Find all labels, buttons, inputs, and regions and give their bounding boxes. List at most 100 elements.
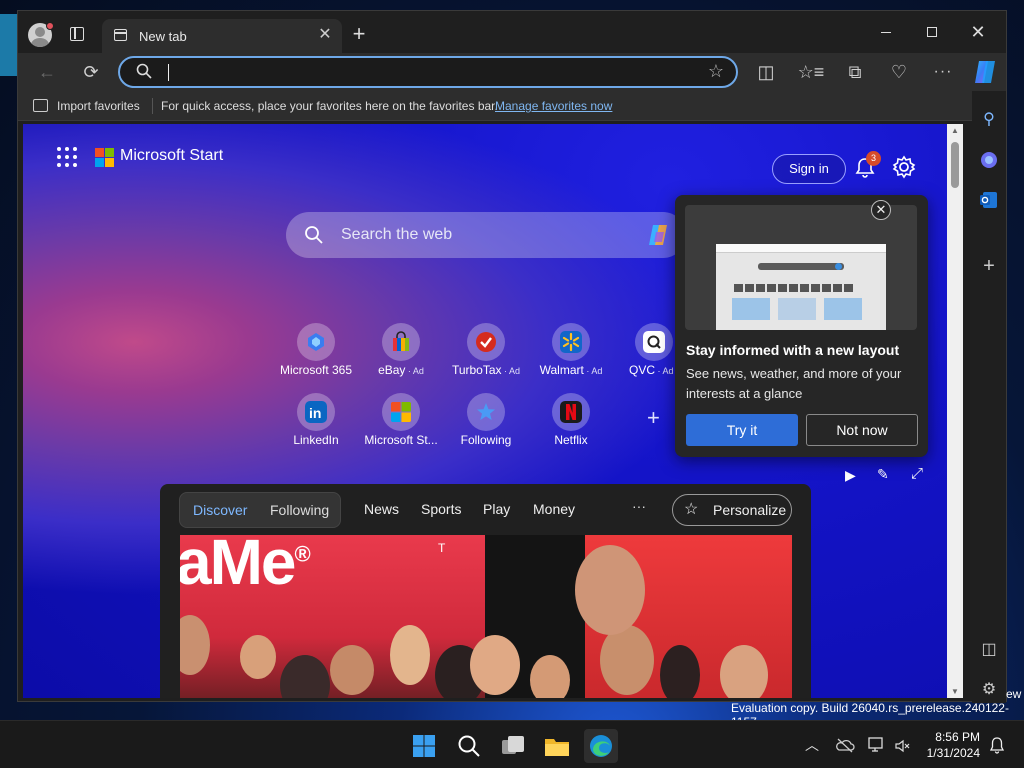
windows-start-icon[interactable] <box>407 729 441 763</box>
network-icon[interactable] <box>868 737 886 753</box>
sidebar-layout-icon[interactable]: ◫ <box>978 639 1000 661</box>
tab-sports[interactable]: Sports <box>421 501 461 517</box>
expand-background-icon[interactable]: ⤢ <box>911 465 923 482</box>
personalize-button[interactable]: ☆ Personalize <box>672 494 792 526</box>
feed-view-toggle: Discover Following <box>179 492 341 528</box>
tile-microsoft-store[interactable]: Microsoft St... <box>358 393 444 463</box>
scroll-down-arrow-icon[interactable]: ▼ <box>950 687 960 696</box>
collections-icon[interactable]: ⧉ <box>840 57 870 87</box>
address-bar[interactable]: ☆ <box>118 56 738 88</box>
edge-taskbar-icon[interactable] <box>584 729 618 763</box>
tile-qvc[interactable]: QVC · Ad <box>613 323 673 393</box>
browser-essentials-icon[interactable]: ♡ <box>884 57 914 87</box>
favorite-star-icon[interactable]: ☆ <box>708 61 724 82</box>
manage-favorites-link[interactable]: Manage favorites now <box>495 99 612 113</box>
address-input[interactable] <box>172 62 692 84</box>
not-now-button[interactable]: Not now <box>806 414 918 446</box>
new-tab-button[interactable]: + <box>348 23 370 45</box>
tile-label: Following <box>460 433 512 447</box>
tab-news[interactable]: News <box>364 501 399 517</box>
onedrive-offline-icon[interactable] <box>835 737 855 753</box>
microsoft-logo-icon <box>95 148 115 168</box>
outlook-icon[interactable] <box>978 189 1000 211</box>
notification-center-bell-icon[interactable] <box>989 736 1005 754</box>
sidebar-settings-icon[interactable]: ⚙ <box>978 679 1000 701</box>
close-popup-button[interactable]: ✕ <box>871 200 891 220</box>
title-bar: New tab ✕ + ✕ <box>18 11 1006 53</box>
sign-in-button[interactable]: Sign in <box>772 154 846 184</box>
tile-ebay[interactable]: eBay · Ad <box>358 323 444 393</box>
navigation-toolbar: ← ⟳ ☆ ◫ ☆≡ ⧉ ♡ ··· <box>18 53 1006 91</box>
close-tab-icon[interactable]: ✕ <box>316 25 334 45</box>
refresh-button[interactable]: ⟳ <box>76 57 106 87</box>
import-favorites-icon <box>33 99 48 112</box>
turbotax-check-icon <box>476 332 496 352</box>
web-search-input[interactable] <box>341 224 621 246</box>
page-settings-gear-icon[interactable] <box>891 154 917 180</box>
walmart-spark-icon <box>560 331 582 353</box>
favorites-icon[interactable]: ☆≡ <box>796 57 826 87</box>
system-clock[interactable]: 8:56 PM 1/31/2024 <box>918 729 980 761</box>
feed-more-icon[interactable]: ··· <box>632 498 646 514</box>
web-search-box[interactable] <box>286 212 686 258</box>
tab-discover[interactable]: Discover <box>193 502 247 518</box>
tab-following[interactable]: Following <box>270 502 329 518</box>
new-tab-page: Microsoft Start Sign in 3 Microsoft 365 … <box>23 124 947 698</box>
scroll-up-arrow-icon[interactable]: ▲ <box>950 126 960 135</box>
following-star-icon <box>477 403 495 420</box>
hero-news-image[interactable]: aMe® T <box>180 535 792 698</box>
copilot-icon[interactable] <box>970 57 1000 87</box>
close-window-button[interactable]: ✕ <box>955 17 1001 47</box>
microsoft-365-icon <box>308 333 324 351</box>
hero-crowd-illustration <box>180 545 792 698</box>
clock-time: 8:56 PM <box>935 730 980 744</box>
try-it-button[interactable]: Try it <box>686 414 798 446</box>
tray-overflow-chevron-icon[interactable]: ︿ <box>805 735 819 755</box>
hero-letter: T <box>438 541 446 555</box>
maximize-button[interactable] <box>909 17 955 47</box>
tile-label: Microsoft St... <box>364 433 438 447</box>
tab-new-tab[interactable]: New tab ✕ <box>102 19 342 53</box>
tile-walmart[interactable]: Walmart · Ad <box>528 323 614 393</box>
qvc-icon <box>643 331 665 353</box>
play-background-icon[interactable]: ▶ <box>845 467 856 484</box>
text-caret <box>168 64 169 81</box>
tile-turbotax[interactable]: TurboTax · Ad <box>443 323 529 393</box>
popup-description: See news, weather, and more of your inte… <box>686 366 902 401</box>
add-shortcut-button[interactable]: + <box>647 405 660 431</box>
tile-label: Walmart <box>539 363 584 377</box>
desktop-edge-text: ew <box>1006 687 1022 701</box>
sidebar-search-icon[interactable]: ⚲ <box>978 109 1000 131</box>
edit-background-icon[interactable]: ✎ <box>877 466 889 483</box>
tile-netflix[interactable]: Netflix <box>528 393 614 463</box>
tab-play[interactable]: Play <box>483 501 510 517</box>
volume-muted-icon[interactable] <box>894 738 910 754</box>
page-scrollbar[interactable]: ▲ ▼ <box>947 124 963 698</box>
tab-title: New tab <box>139 29 187 44</box>
tile-linkedin[interactable]: in LinkedIn <box>273 393 359 463</box>
sidebar-copilot-icon[interactable] <box>978 149 1000 171</box>
split-screen-icon[interactable]: ◫ <box>751 57 781 87</box>
settings-more-icon[interactable]: ··· <box>928 57 958 87</box>
task-view-icon[interactable] <box>496 729 530 763</box>
tile-following[interactable]: Following <box>443 393 529 463</box>
microsoft-store-icon <box>391 402 411 422</box>
sidebar-add-icon[interactable]: + <box>978 255 1000 277</box>
hero-brand-text: aMe® <box>180 535 311 598</box>
brand-title: Microsoft Start <box>120 147 224 164</box>
app-launcher-icon[interactable] <box>56 146 78 168</box>
sidebar: ⚲ + ◫ ⚙ <box>972 91 1006 703</box>
tile-label: TurboTax <box>451 363 502 377</box>
search-icon <box>305 226 323 244</box>
tab-money[interactable]: Money <box>533 501 575 517</box>
import-favorites-button[interactable]: Import favorites <box>57 99 140 113</box>
tab-actions-icon[interactable] <box>70 27 84 41</box>
file-explorer-icon[interactable] <box>540 729 574 763</box>
taskbar-search-icon[interactable] <box>452 729 486 763</box>
copilot-search-icon[interactable] <box>645 222 671 248</box>
favorites-tip-text: For quick access, place your favorites h… <box>161 99 498 113</box>
minimize-button[interactable] <box>863 17 909 47</box>
scrollbar-thumb[interactable] <box>951 142 959 188</box>
tile-microsoft-365[interactable]: Microsoft 365 <box>273 323 359 393</box>
back-button[interactable]: ← <box>32 57 62 87</box>
